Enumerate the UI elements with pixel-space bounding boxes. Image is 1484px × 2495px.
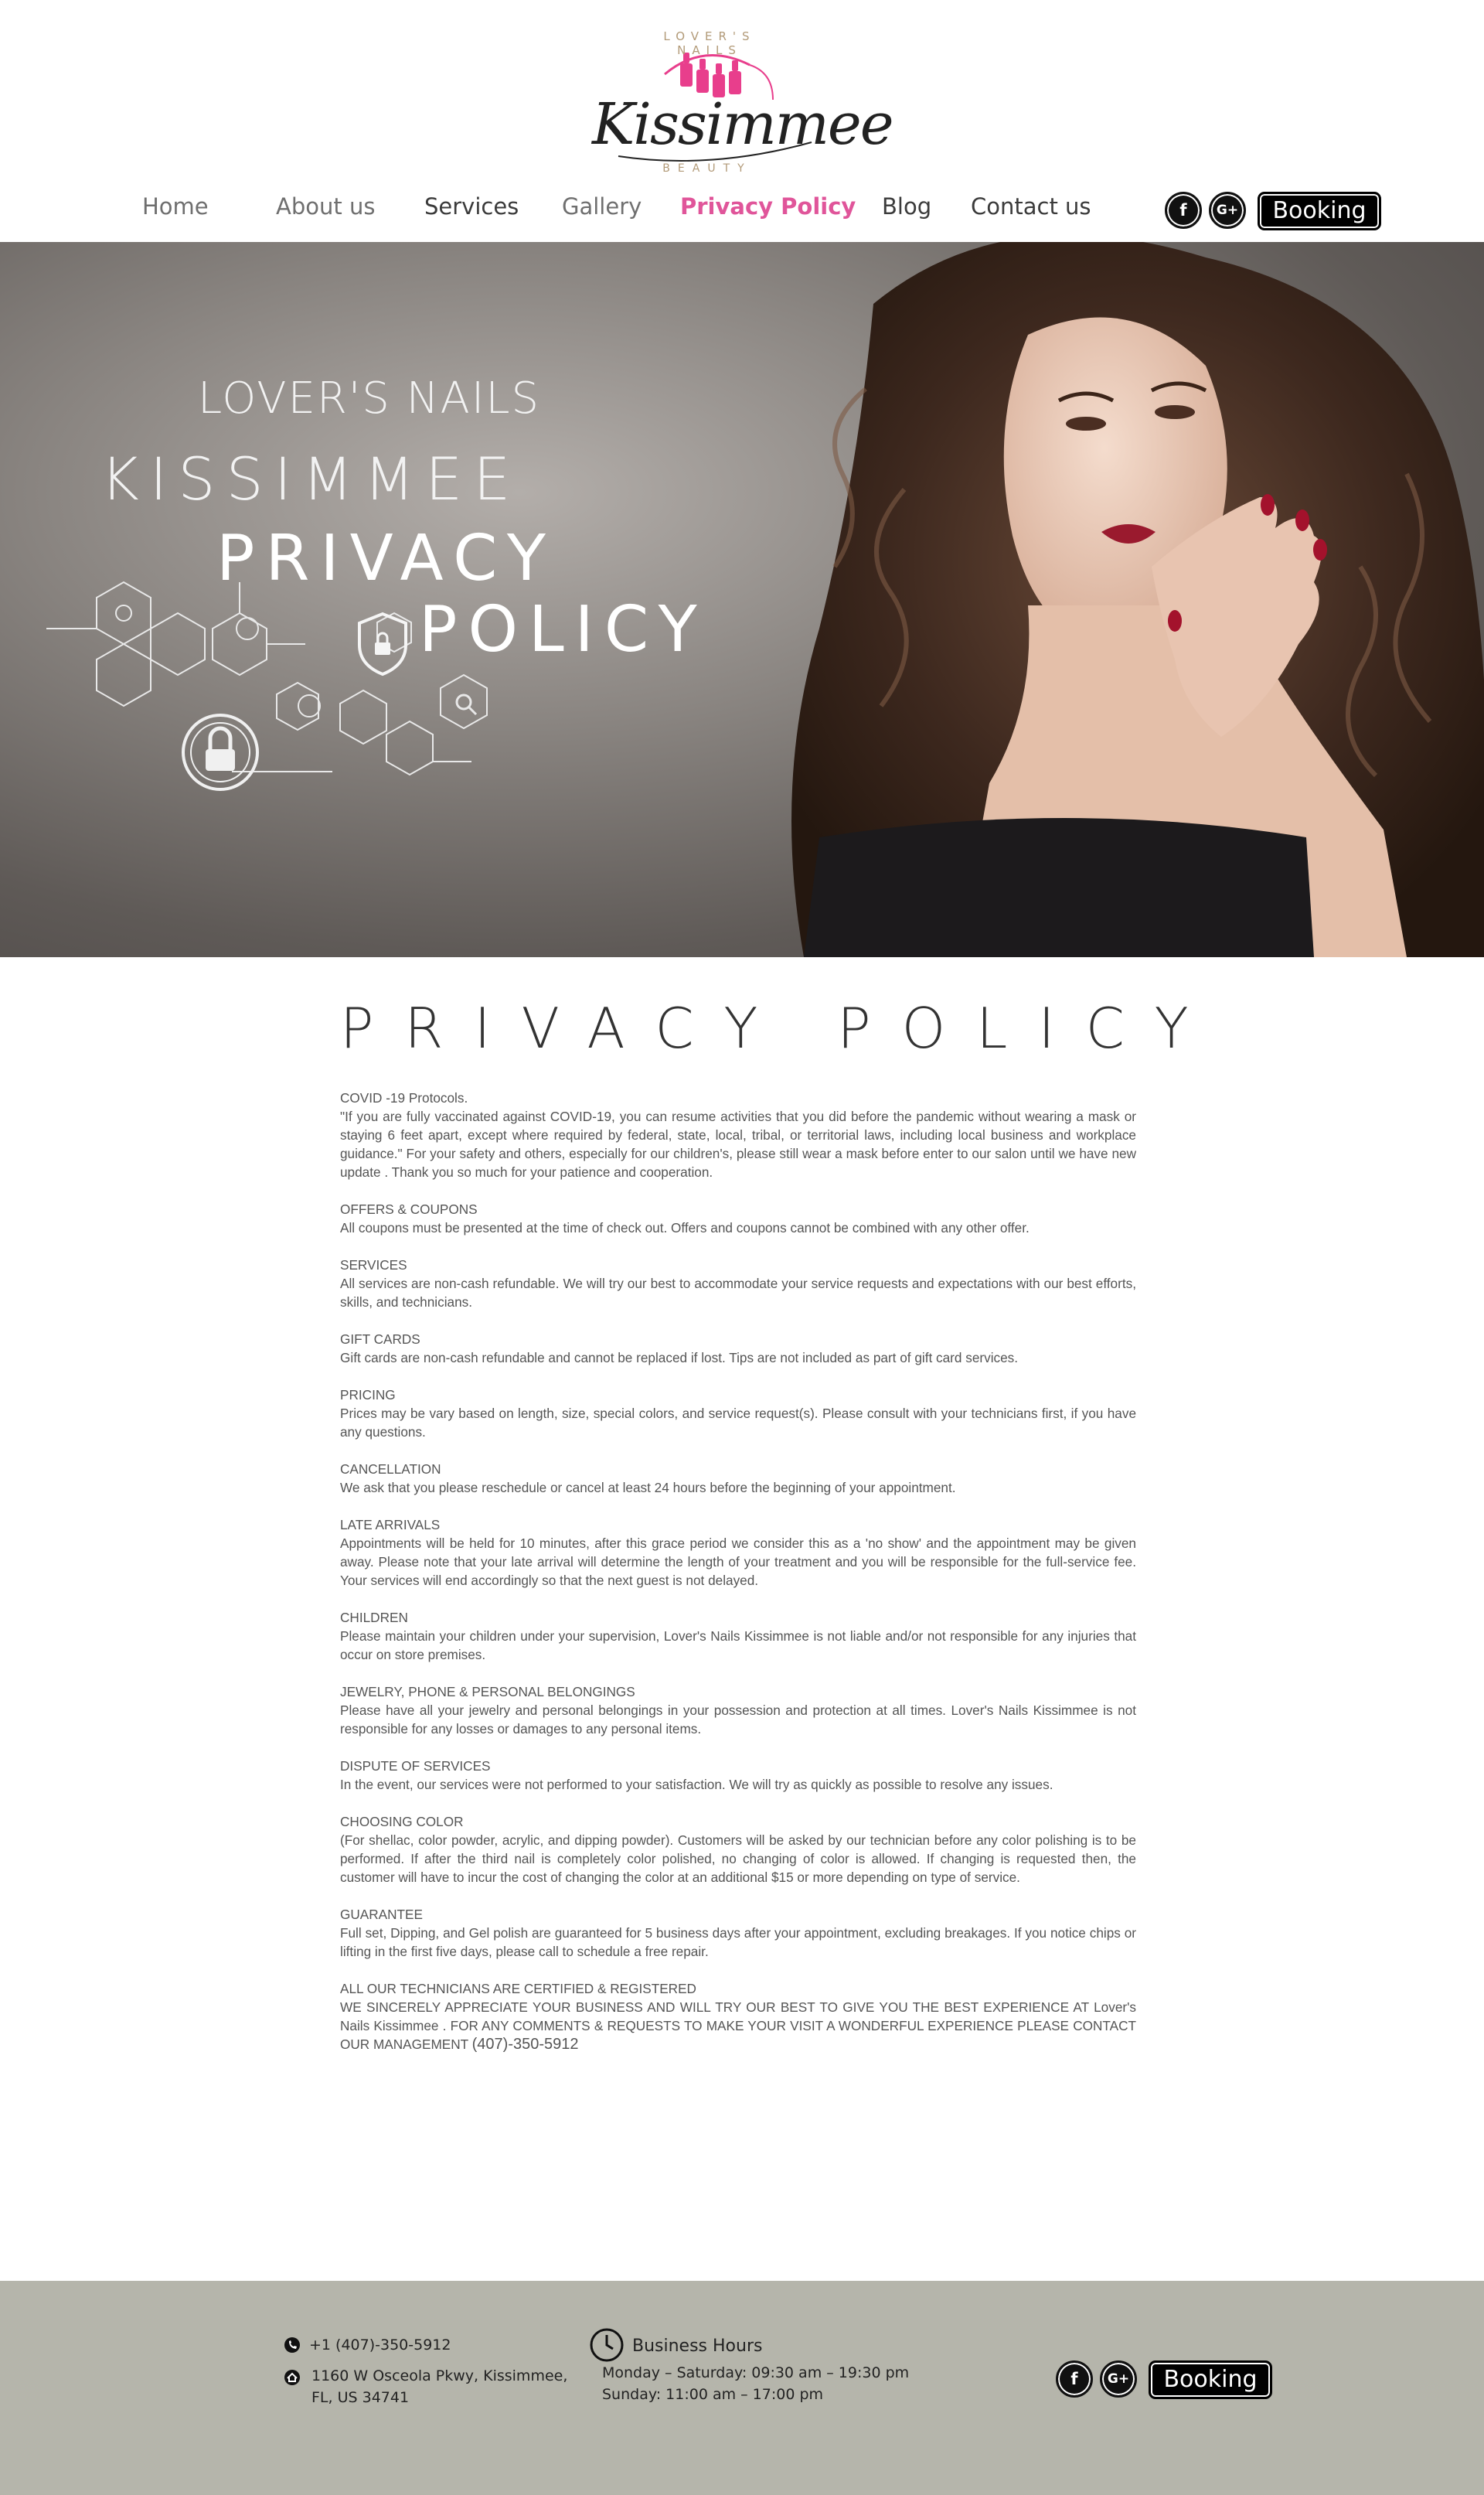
nav-gallery[interactable]: Gallery — [562, 193, 642, 220]
section-body: Please have all your jewelry and persona… — [340, 1703, 1136, 1737]
policy-section-guarantee: GUARANTEE Full set, Dipping, and Gel pol… — [340, 1905, 1136, 1961]
section-heading: SERVICES — [340, 1257, 407, 1273]
security-network-graphic — [46, 581, 488, 791]
closing-text: WE SINCERELY APPRECIATE YOUR BUSINESS AN… — [340, 1999, 1136, 2052]
section-body: All services are non-cash refundable. We… — [340, 1276, 1136, 1310]
section-heading: DISPUTE OF SERVICES — [340, 1758, 491, 1774]
section-heading: CHOOSING COLOR — [340, 1814, 464, 1829]
site-header: LOVER'S NAILS Kissimmee BEAUTY Home Abou… — [0, 0, 1484, 242]
section-body: "If you are fully vaccinated against COV… — [340, 1109, 1136, 1180]
policy-section-cancellation: CANCELLATION We ask that you please resc… — [340, 1460, 1136, 1497]
logo-arc-text: LOVER'S NAILS — [663, 29, 756, 57]
closing-phone: (407)-350-5912 — [471, 2036, 579, 2053]
section-body: WE SINCERELY APPRECIATE YOUR BUSINESS AN… — [340, 1998, 1136, 2054]
hero-title-kissimmee: KISSIMMEE — [100, 445, 522, 513]
section-body: Full set, Dipping, and Gel polish are gu… — [340, 1925, 1136, 1959]
logo-tagline: BEAUTY — [662, 162, 752, 175]
section-heading: OFFERS & COUPONS — [340, 1201, 478, 1217]
section-heading: LATE ARRIVALS — [340, 1517, 441, 1532]
policy-section-children: CHILDREN Please maintain your children u… — [340, 1608, 1136, 1664]
nav-about-us[interactable]: About us — [276, 193, 375, 220]
hero-banner: LOVER'S NAILS KISSIMMEE PRIVACY POLICY — [0, 242, 1484, 957]
hours-weekday: Monday – Saturday: 09:30 am – 19:30 pm — [602, 2364, 910, 2381]
section-body: We ask that you please reschedule or can… — [340, 1480, 956, 1495]
policy-section-choosing-color: CHOOSING COLOR (For shellac, color powde… — [340, 1812, 1136, 1887]
section-heading: GUARANTEE — [340, 1907, 423, 1922]
section-heading: JEWELRY, PHONE & PERSONAL BELONGINGS — [340, 1684, 635, 1699]
section-heading: CANCELLATION — [340, 1461, 441, 1477]
clock-icon — [590, 2328, 624, 2362]
policy-text: COVID -19 Protocols. "If you are fully v… — [340, 1089, 1136, 2072]
booking-button[interactable]: Booking — [1258, 192, 1381, 230]
nav-contact-us[interactable]: Contact us — [971, 193, 1091, 220]
footer-address-line2: FL, US 34741 — [311, 2389, 410, 2406]
section-body: In the event, our services were not perf… — [340, 1777, 1053, 1792]
section-heading: CHILDREN — [340, 1610, 408, 1625]
logo[interactable]: LOVER'S NAILS Kissimmee BEAUTY — [587, 26, 894, 181]
business-hours-title: Business Hours — [632, 2337, 763, 2356]
phone-icon — [284, 2337, 300, 2353]
section-body: Prices may be vary based on length, size… — [340, 1406, 1136, 1440]
policy-section-offers: OFFERS & COUPONS All coupons must be pre… — [340, 1200, 1136, 1237]
footer-address-line1: 1160 W Osceola Pkwy, Kissimmee, — [311, 2367, 568, 2384]
section-body: Appointments will be held for 10 minutes… — [340, 1536, 1136, 1588]
footer-facebook-icon[interactable]: f — [1056, 2360, 1093, 2398]
section-heading: ALL OUR TECHNICIANS ARE CERTIFIED & REGI… — [340, 1981, 696, 1996]
hero-title-lovers-nails: LOVER'S NAILS — [198, 373, 541, 424]
policy-section-belongings: JEWELRY, PHONE & PERSONAL BELONGINGS Ple… — [340, 1682, 1136, 1738]
policy-section-closing: ALL OUR TECHNICIANS ARE CERTIFIED & REGI… — [340, 1979, 1136, 2054]
section-heading: COVID -19 Protocols. — [340, 1090, 468, 1106]
nav-privacy-policy[interactable]: Privacy Policy — [680, 193, 856, 220]
policy-section-dispute: DISPUTE OF SERVICES In the event, our se… — [340, 1757, 1136, 1794]
section-heading: GIFT CARDS — [340, 1331, 420, 1347]
section-body: Please maintain your children under your… — [340, 1628, 1136, 1662]
nav-services[interactable]: Services — [424, 193, 519, 220]
facebook-icon[interactable]: f — [1165, 192, 1202, 229]
footer-booking-button[interactable]: Booking — [1149, 2360, 1272, 2399]
home-icon — [284, 2370, 300, 2385]
model-portrait-image — [791, 242, 1484, 957]
logo-script-name: Kissimmee — [592, 91, 894, 158]
section-body: (For shellac, color powder, acrylic, and… — [340, 1832, 1136, 1885]
policy-section-late-arrivals: LATE ARRIVALS Appointments will be held … — [340, 1515, 1136, 1590]
policy-section-pricing: PRICING Prices may be vary based on leng… — [340, 1386, 1136, 1441]
policy-section-gift-cards: GIFT CARDS Gift cards are non-cash refun… — [340, 1330, 1136, 1367]
hours-sunday: Sunday: 11:00 am – 17:00 pm — [602, 2386, 824, 2403]
page-title: PRIVACY POLICY — [340, 996, 1220, 1061]
nav-blog[interactable]: Blog — [882, 193, 931, 220]
footer-google-plus-icon[interactable]: G+ — [1100, 2360, 1137, 2398]
section-body: All coupons must be presented at the tim… — [340, 1220, 1030, 1236]
section-heading: PRICING — [340, 1387, 396, 1403]
site-footer: +1 (407)-350-5912 1160 W Osceola Pkwy, K… — [0, 2281, 1484, 2495]
footer-phone[interactable]: +1 (407)-350-5912 — [309, 2337, 451, 2354]
google-plus-icon[interactable]: G+ — [1209, 192, 1246, 229]
policy-section-covid: COVID -19 Protocols. "If you are fully v… — [340, 1089, 1136, 1181]
policy-section-services: SERVICES All services are non-cash refun… — [340, 1256, 1136, 1311]
section-body: Gift cards are non-cash refundable and c… — [340, 1350, 1019, 1365]
main-nav: Home About us Services Gallery Privacy P… — [0, 182, 1484, 237]
nav-home[interactable]: Home — [142, 193, 209, 220]
